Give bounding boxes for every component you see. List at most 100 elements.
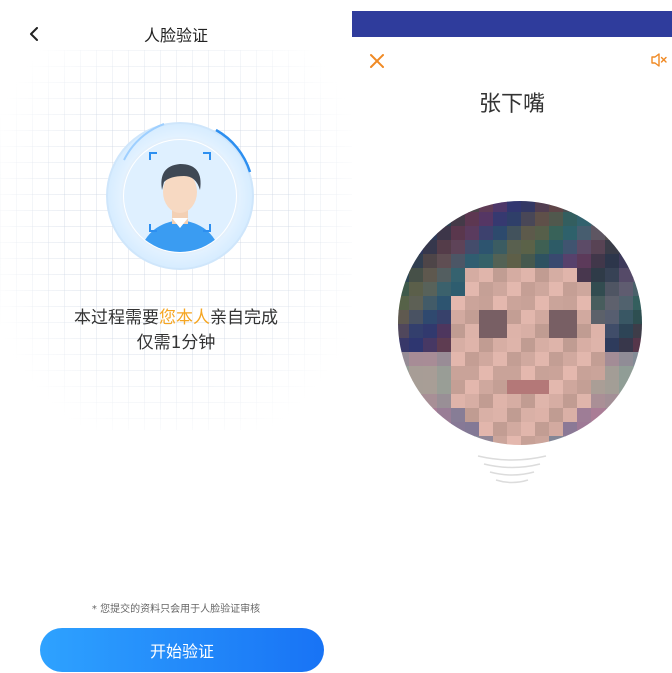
- scan-hint-lines: [472, 452, 552, 488]
- photo-pixel: [507, 408, 522, 423]
- photo-pixel: [549, 201, 564, 213]
- photo-pixel: [619, 296, 634, 311]
- photo-pixel: [563, 422, 578, 437]
- photo-pixel: [423, 436, 438, 445]
- photo-pixel: [605, 268, 620, 283]
- photo-pixel: [465, 436, 480, 445]
- photo-pixel: [535, 380, 550, 395]
- photo-pixel: [521, 240, 536, 255]
- face-illustration: [104, 120, 256, 272]
- photo-pixel: [479, 422, 494, 437]
- photo-pixel: [451, 296, 466, 311]
- photo-pixel: [535, 338, 550, 353]
- photo-pixel: [605, 226, 620, 241]
- photo-pixel: [398, 366, 410, 381]
- photo-pixel: [521, 324, 536, 339]
- photo-pixel: [563, 282, 578, 297]
- photo-pixel: [563, 394, 578, 409]
- photo-pixel: [479, 394, 494, 409]
- photo-pixel: [577, 268, 592, 283]
- photo-pixel: [507, 282, 522, 297]
- photo-pixel: [619, 201, 634, 213]
- photo-pixel: [619, 310, 634, 325]
- photo-pixel: [493, 324, 508, 339]
- photo-pixel: [605, 380, 620, 395]
- photo-pixel: [465, 408, 480, 423]
- photo-pixel: [398, 338, 410, 353]
- photo-pixel: [563, 212, 578, 227]
- photo-pixel: [451, 380, 466, 395]
- photo-pixel: [549, 240, 564, 255]
- photo-pixel: [437, 282, 452, 297]
- photo-pixel: [619, 380, 634, 395]
- photo-pixel: [437, 212, 452, 227]
- start-verification-button[interactable]: 开始验证: [40, 628, 324, 672]
- photo-pixel: [619, 408, 634, 423]
- photo-pixel: [633, 338, 642, 353]
- photo-pixel: [409, 310, 424, 325]
- photo-pixel: [465, 310, 480, 325]
- photo-pixel: [521, 282, 536, 297]
- photo-pixel: [563, 352, 578, 367]
- photo-pixel: [423, 201, 438, 213]
- photo-pixel: [398, 268, 410, 283]
- photo-pixel: [563, 436, 578, 445]
- photo-pixel: [633, 296, 642, 311]
- photo-pixel: [577, 226, 592, 241]
- photo-pixel: [563, 254, 578, 269]
- photo-pixel: [591, 254, 606, 269]
- photo-pixel: [423, 408, 438, 423]
- photo-pixel: [423, 352, 438, 367]
- photo-pixel: [577, 212, 592, 227]
- photo-pixel: [619, 422, 634, 437]
- photo-pixel: [398, 352, 410, 367]
- photo-pixel: [479, 324, 494, 339]
- page-title: 人脸验证: [143, 26, 208, 45]
- photo-pixel: [549, 366, 564, 381]
- photo-pixel: [563, 324, 578, 339]
- photo-pixel: [507, 201, 522, 213]
- photo-pixel: [465, 226, 480, 241]
- close-icon: [370, 54, 384, 68]
- photo-pixel: [577, 394, 592, 409]
- photo-pixel: [398, 394, 410, 409]
- photo-pixel: [398, 380, 410, 395]
- photo-pixel: [507, 436, 522, 445]
- photo-pixel: [507, 212, 522, 227]
- photo-pixel: [479, 268, 494, 283]
- photo-pixel: [535, 324, 550, 339]
- photo-pixel: [633, 352, 642, 367]
- photo-pixel: [563, 296, 578, 311]
- photo-pixel: [398, 201, 410, 213]
- photo-pixel: [591, 240, 606, 255]
- photo-pixel: [465, 324, 480, 339]
- photo-pixel: [451, 338, 466, 353]
- photo-pixel: [577, 422, 592, 437]
- photo-pixel: [409, 254, 424, 269]
- photo-pixel: [605, 201, 620, 213]
- photo-pixel: [465, 366, 480, 381]
- pixelated-face-photo: [398, 201, 642, 445]
- photo-pixel: [451, 436, 466, 445]
- photo-pixel: [619, 324, 634, 339]
- photo-pixel: [591, 408, 606, 423]
- photo-pixel: [465, 338, 480, 353]
- photo-pixel: [619, 212, 634, 227]
- photo-pixel: [507, 366, 522, 381]
- photo-pixel: [535, 254, 550, 269]
- close-button[interactable]: [366, 50, 388, 72]
- mute-button[interactable]: [650, 51, 668, 69]
- photo-pixel: [605, 324, 620, 339]
- photo-pixel: [437, 394, 452, 409]
- photo-pixel: [549, 436, 564, 445]
- photo-pixel: [549, 226, 564, 241]
- photo-pixel: [549, 380, 564, 395]
- photo-pixel: [633, 436, 642, 445]
- photo-pixel: [521, 380, 536, 395]
- photo-pixel: [577, 366, 592, 381]
- photo-pixel: [521, 394, 536, 409]
- photo-pixel: [409, 394, 424, 409]
- photo-pixel: [479, 366, 494, 381]
- photo-pixel: [437, 254, 452, 269]
- photo-pixel: [493, 422, 508, 437]
